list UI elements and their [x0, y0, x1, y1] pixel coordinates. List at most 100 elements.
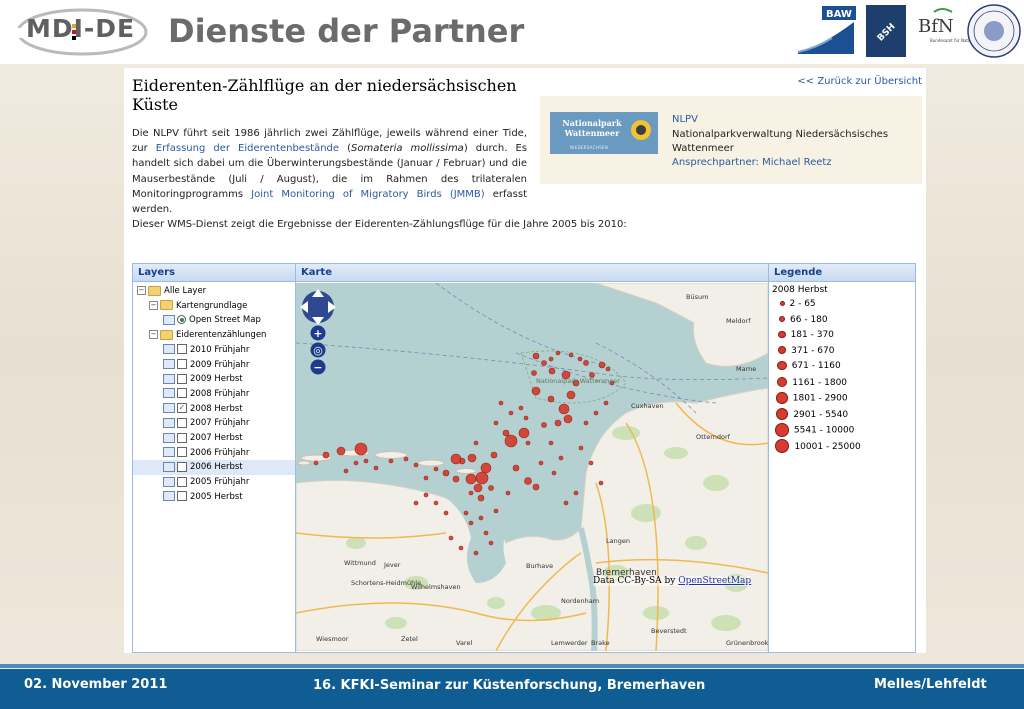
layer-checkbox[interactable] [177, 359, 187, 369]
partner-short-name[interactable]: NLPV [672, 114, 698, 125]
map-count-point [532, 352, 540, 360]
layer-tree-item[interactable]: 2007 Herbst [133, 431, 295, 446]
folder-icon [148, 285, 161, 296]
collapse-toggle-icon[interactable]: − [137, 286, 146, 295]
map-canvas[interactable]: Büsum Meldorf Marne Cuxhaven Otterndorf Lange… [296, 283, 768, 651]
layer-tree-item[interactable]: ✓ 2008 Herbst [133, 402, 295, 417]
layer-checkbox[interactable] [177, 461, 187, 472]
collapse-toggle-icon[interactable]: − [149, 300, 158, 310]
layer-tree-item[interactable]: − Eiderentenzählungen [133, 328, 295, 343]
layer-tree-item[interactable]: 2006 Frühjahr [133, 446, 295, 461]
legend-symbol-icon [779, 301, 785, 306]
map-count-point [313, 460, 319, 466]
collapse-toggle-icon[interactable]: − [149, 330, 158, 340]
map-count-point [493, 420, 499, 426]
layer-checkbox[interactable] [177, 476, 187, 487]
layer-checkbox[interactable] [177, 491, 187, 502]
layer-icon [163, 491, 175, 502]
map-count-point [538, 460, 544, 466]
partner-contact-link[interactable]: Ansprechpartner: Michael Reetz [672, 157, 832, 168]
map-count-point [524, 477, 532, 485]
map-panel-header: Karte [296, 264, 768, 282]
map-place-label: Lemwerder [551, 639, 588, 647]
layer-tree-item[interactable]: − Kartengrundlage [133, 299, 295, 314]
legend-label: 181 - 370 [790, 330, 834, 340]
map-island [297, 460, 311, 466]
map-place-label: Zetel [401, 635, 418, 643]
legend-item: 2 - 65 [775, 299, 816, 309]
layer-tree-item[interactable]: − Alle Layer [133, 284, 295, 299]
layer-tree-item[interactable]: 2007 Frühjahr [133, 416, 295, 431]
layer-checkbox[interactable] [177, 432, 187, 443]
map-count-point [523, 415, 529, 421]
map-place-label: Brake [591, 639, 610, 647]
map-count-point [518, 405, 524, 411]
layer-tree-item[interactable]: 2009 Frühjahr [133, 358, 295, 373]
footer-accent-line [0, 664, 1024, 668]
layer-checkbox[interactable] [177, 344, 187, 355]
layer-label: 2006 Frühjahr [190, 447, 250, 458]
legend-item: 66 - 180 [775, 315, 828, 325]
legend-label: 66 - 180 [790, 314, 828, 325]
map-count-point [578, 445, 584, 451]
layer-label: 2006 Herbst [190, 462, 243, 473]
map-count-point [493, 508, 499, 514]
legend-item: 371 - 670 [775, 346, 834, 356]
partner-full-name: Nationalparkverwaltung Niedersächsisches… [672, 129, 889, 154]
layer-checkbox[interactable]: ✓ [177, 403, 187, 414]
layer-tree-item[interactable]: 2009 Herbst [133, 372, 295, 387]
attribution-text: Data CC-By-SA by [593, 576, 679, 586]
map-count-point [583, 420, 589, 426]
layer-checkbox[interactable] [177, 447, 187, 458]
map-count-point [558, 403, 570, 415]
map-island [374, 451, 408, 459]
layer-radio[interactable] [177, 315, 186, 325]
map-count-point [548, 367, 556, 375]
map-count-point [583, 360, 589, 366]
layer-tree-item[interactable]: 2006 Herbst [133, 460, 295, 476]
layer-icon [163, 432, 175, 443]
world-icon-glyph: ◎ [313, 344, 323, 357]
map-green-area [346, 537, 366, 549]
partner-logos: BAW BSH BfN Bundesamt für Naturschutz [797, 4, 1021, 58]
map-count-point [566, 390, 576, 400]
map-count-point [490, 451, 498, 459]
legend-title: 2008 Herbst [772, 285, 828, 295]
university-seal-logo [967, 4, 1021, 58]
intro-text-part: ( [339, 143, 352, 155]
layer-tree-item[interactable]: 2008 Frühjahr [133, 387, 295, 402]
layer-tree-item[interactable]: 2010 Frühjahr [133, 343, 295, 358]
back-to-overview-link[interactable]: << Zurück zur Übersicht [797, 76, 922, 87]
map-place-label: Langen [606, 537, 630, 545]
map-count-point [468, 520, 474, 526]
map-count-point [502, 429, 510, 437]
layer-label: Alle Layer [164, 286, 207, 296]
map-attribution: Data CC-By-SA by OpenStreetMap [593, 576, 752, 586]
legend-symbol-icon [776, 392, 788, 404]
eiderenten-bestaende-link[interactable]: Erfassung der Eiderentenbestände [156, 143, 339, 154]
legend-symbol-icon [777, 361, 787, 371]
map-island [417, 459, 445, 467]
layer-checkbox[interactable] [177, 417, 187, 428]
map-count-point [322, 451, 330, 459]
sun-icon [631, 120, 651, 140]
openstreetmap-link[interactable]: OpenStreetMap [678, 576, 751, 586]
legend-label: 2 - 65 [789, 299, 816, 309]
legend-label: 2901 - 5540 [793, 409, 849, 420]
nationalpark-logo-text: Nationalpark Wattenmeer [562, 118, 622, 138]
layer-checkbox[interactable] [177, 388, 187, 399]
layer-tree-item[interactable]: 2005 Herbst [133, 490, 295, 505]
map-zoom-control[interactable]: + ◎ − [310, 325, 326, 375]
jmmb-link[interactable]: Joint Monitoring of Migratory Birds (JMM… [251, 189, 485, 200]
zoom-in-icon-glyph: + [313, 327, 322, 340]
map-count-point [413, 500, 419, 506]
mdi-de-logo-text: MDI-DE [26, 14, 136, 43]
layer-tree-item[interactable]: 2005 Frühjahr [133, 475, 295, 490]
layer-checkbox[interactable] [177, 373, 187, 384]
map-count-point [598, 361, 606, 369]
layer-icon [163, 344, 175, 355]
map-green-area [703, 475, 729, 491]
layer-tree-item[interactable]: Open Street Map [133, 313, 295, 328]
map-place-label: Wiesmoor [316, 635, 349, 643]
legend-label: 1161 - 1800 [792, 377, 848, 388]
